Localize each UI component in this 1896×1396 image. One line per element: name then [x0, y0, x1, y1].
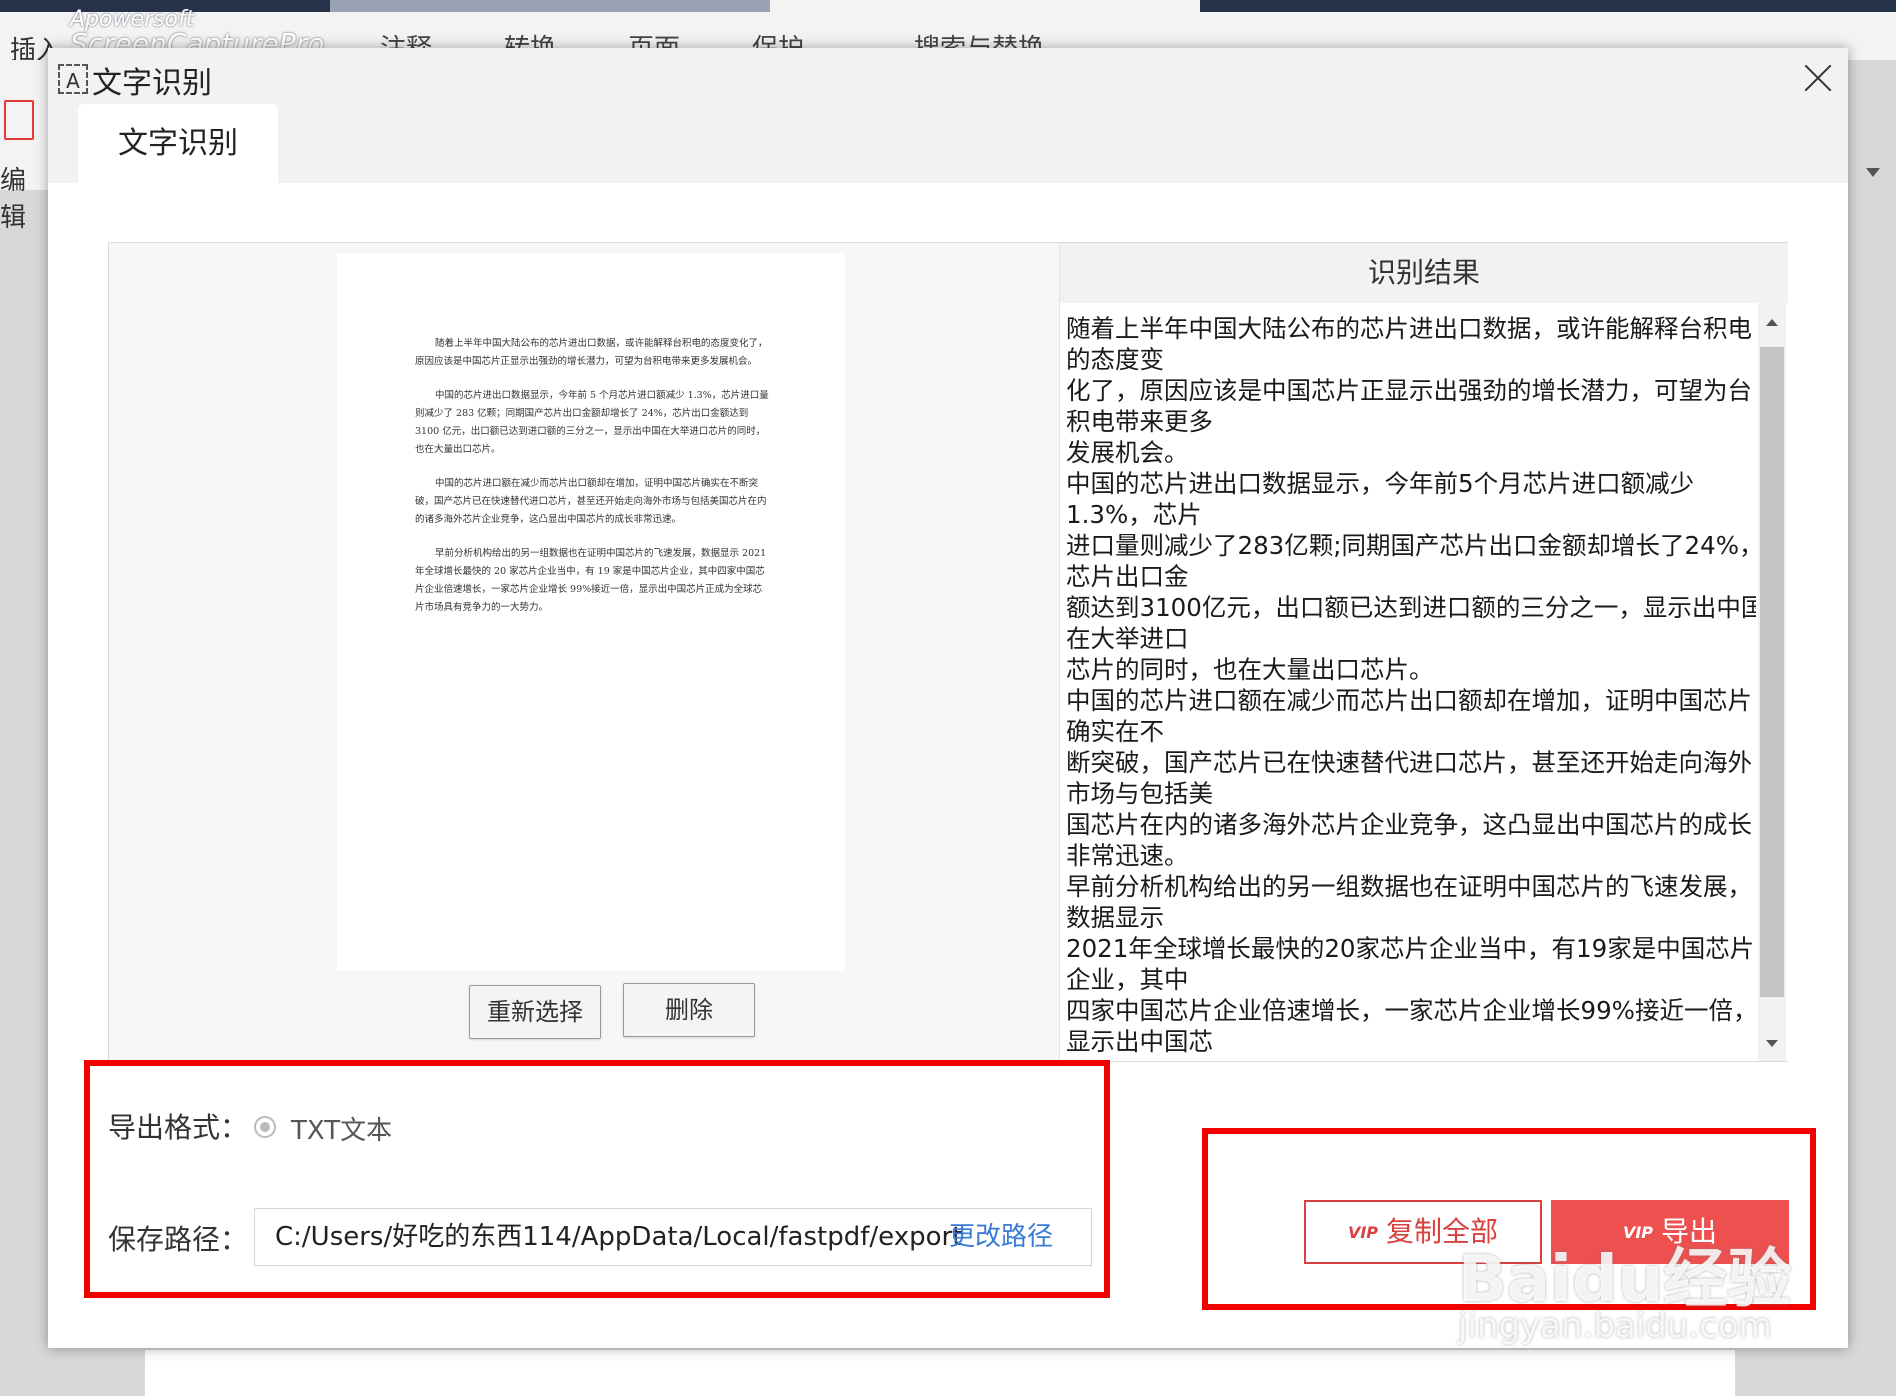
result-line: 市场与包括美: [1066, 779, 1213, 808]
result-panel: 识别结果 随着上半年中国大陆公布的芯片进出口数据，或许能解释台积电 的态度变 化了，…: [1059, 243, 1788, 1061]
scrollbar[interactable]: [1758, 303, 1786, 1061]
txt-radio[interactable]: [254, 1116, 276, 1138]
result-line: 发展机会。: [1066, 438, 1189, 467]
image-preview: 随着上半年中国大陆公布的芯片进出口数据，或许能解释台积电的态度变化了，原因应该是…: [337, 253, 845, 971]
app-left-toolbar: 编辑: [0, 60, 48, 233]
result-line: 企业，其中: [1066, 965, 1189, 994]
preview-paragraph: 早前分析机构给出的另一组数据也在证明中国芯片的飞速发展，数据显示 2021 年全…: [415, 548, 767, 613]
result-line: 四家中国芯片企业倍速增长，一家芯片企业增长99%接近一倍，: [1066, 996, 1756, 1025]
delete-button[interactable]: 删除: [623, 983, 755, 1037]
save-path-label: 保存路径：: [108, 1223, 249, 1256]
dialog-title: 文字识别: [92, 66, 212, 101]
copy-all-button[interactable]: VIP 复制全部: [1304, 1200, 1542, 1264]
preview-text: 随着上半年中国大陆公布的芯片进出口数据，或许能解释台积电的态度变化了，原因应该是…: [415, 335, 770, 633]
vip-badge: VIP: [1622, 1223, 1654, 1242]
save-path-value: C:/Users/好吃的东西114/AppData/Local/fastpdf/…: [275, 1222, 963, 1252]
window-strip: [1200, 0, 1896, 12]
result-line: 的态度变: [1066, 345, 1164, 374]
scroll-down-icon[interactable]: [1766, 1040, 1778, 1047]
scrollbar-thumb[interactable]: [1760, 347, 1784, 997]
result-line: 断突破，国产芯片已在快速替代进口芯片，甚至还开始走向海外: [1066, 748, 1752, 777]
result-line: 在大举进口: [1066, 624, 1189, 653]
export-format-label: 导出格式：: [108, 1111, 249, 1144]
result-line: 中国的芯片进出口数据显示，今年前5个月芯片进口额减少: [1066, 469, 1695, 498]
chevron-down-icon[interactable]: [1866, 168, 1880, 177]
result-line: 2021年全球增长最快的20家芯片企业当中，有19家是中国芯片: [1066, 934, 1755, 963]
export-button[interactable]: VIP 导出: [1551, 1200, 1789, 1264]
window-strip: [770, 0, 1200, 12]
tab-text-recognition[interactable]: 文字识别: [78, 104, 278, 184]
change-path-link[interactable]: 更改路径: [949, 1209, 1053, 1265]
edit-icon[interactable]: [4, 100, 34, 140]
result-line: 随着上半年中国大陆公布的芯片进出口数据，或许能解释台积电: [1066, 314, 1752, 343]
result-line: 显示出中国芯: [1066, 1027, 1213, 1053]
export-label: 导出: [1661, 1215, 1718, 1248]
ocr-dialog: A 文字识别 文字识别 随着上半年中国大陆公布的芯片进出口数据，或许能解释台积电…: [48, 48, 1848, 1348]
document-page: [145, 1350, 1735, 1396]
result-line: 非常迅速。: [1066, 841, 1189, 870]
result-line: 芯片出口金: [1066, 562, 1189, 591]
result-line: 额达到3100亿元，出口额已达到进口额的三分之一，显示出中国: [1066, 593, 1756, 622]
result-text[interactable]: 随着上半年中国大陆公布的芯片进出口数据，或许能解释台积电 的态度变 化了，原因应该是…: [1066, 313, 1756, 1053]
result-header: 识别结果: [1060, 243, 1788, 303]
preview-paragraph: 中国的芯片进口额在减少而芯片出口额却在增加，证明中国芯片确实在不断突破，国产芯片…: [415, 478, 767, 525]
result-line: 积电带来更多: [1066, 407, 1213, 436]
result-line: 数据显示: [1066, 903, 1164, 932]
preview-paragraph: 中国的芯片进出口数据显示，今年前 5 个月芯片进口额减少 1.3%，芯片进口量则…: [415, 390, 769, 455]
ocr-content: 随着上半年中国大陆公布的芯片进出口数据，或许能解释台积电的态度变化了，原因应该是…: [108, 242, 1788, 1062]
dialog-header: A 文字识别 文字识别: [48, 48, 1848, 184]
vip-badge: VIP: [1347, 1223, 1379, 1242]
text-recognition-icon: A: [58, 64, 88, 94]
result-line: 芯片的同时，也在大量出口芯片。: [1066, 655, 1434, 684]
scroll-up-icon[interactable]: [1766, 319, 1778, 326]
preview-paragraph: 随着上半年中国大陆公布的芯片进出口数据，或许能解释台积电的态度变化了，原因应该是…: [415, 338, 768, 367]
result-line: 早前分析机构给出的另一组数据也在证明中国芯片的飞速发展，: [1066, 872, 1752, 901]
copy-all-label: 复制全部: [1386, 1215, 1499, 1248]
window-strip: [330, 0, 770, 12]
result-line: 国芯片在内的诸多海外芯片企业竞争，这凸显出中国芯片的成长: [1066, 810, 1752, 839]
result-line: 确实在不: [1066, 717, 1164, 746]
result-line: 1.3%，芯片: [1066, 500, 1202, 529]
save-path-field[interactable]: C:/Users/好吃的东西114/AppData/Local/fastpdf/…: [254, 1208, 1092, 1266]
result-line: 中国的芯片进口额在减少而芯片出口额却在增加，证明中国芯片: [1066, 686, 1752, 715]
close-icon[interactable]: [1798, 58, 1838, 98]
result-line: 化了，原因应该是中国芯片正显示出强劲的增长潜力，可望为台: [1066, 376, 1752, 405]
result-line: 进口量则减少了283亿颗;同期国产芯片出口金额却增长了24%，: [1066, 531, 1756, 560]
reselect-button[interactable]: 重新选择: [469, 985, 601, 1039]
txt-radio-label[interactable]: TXT文本: [291, 1110, 392, 1147]
edit-label[interactable]: 编辑: [0, 160, 48, 234]
